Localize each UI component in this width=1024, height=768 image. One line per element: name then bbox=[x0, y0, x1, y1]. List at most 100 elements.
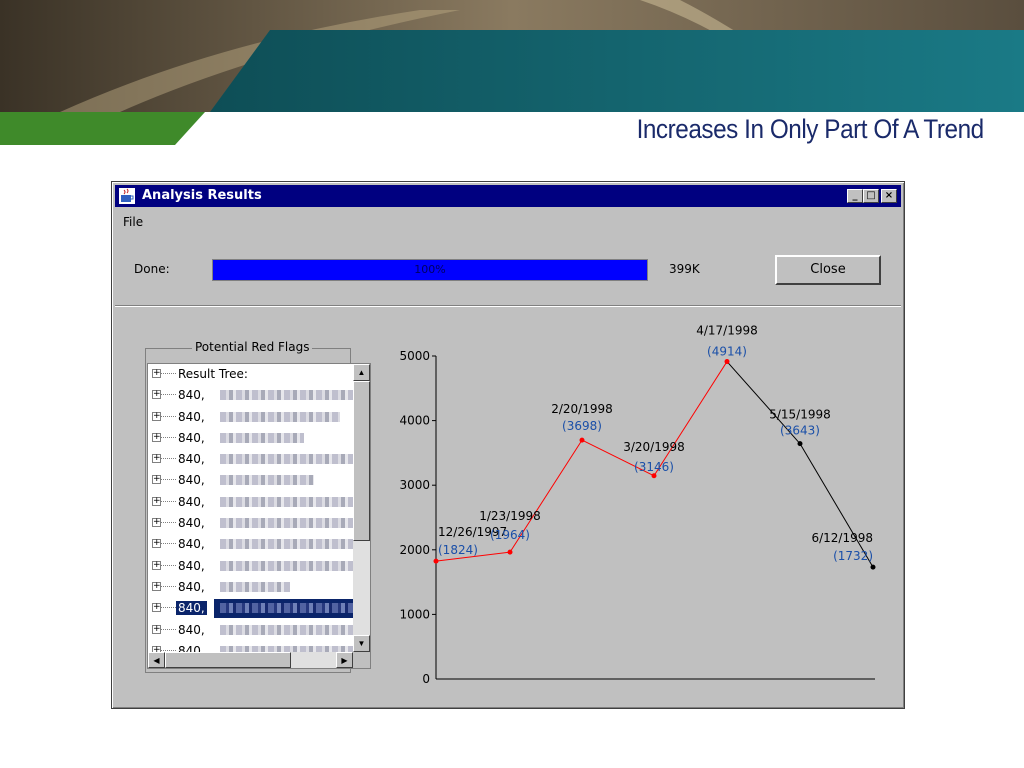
data-point bbox=[507, 549, 513, 555]
data-point bbox=[651, 473, 657, 479]
analysis-results-window: Analysis Results _ □ × File Done: 100% 3… bbox=[111, 181, 905, 709]
y-tick-label: 0 bbox=[422, 672, 430, 686]
tree-item-label: 840, bbox=[178, 558, 205, 573]
data-date-label: 3/20/1998 bbox=[623, 440, 685, 454]
tree-root-item[interactable]: + Result Tree: bbox=[148, 364, 354, 385]
size-label: 399K bbox=[669, 262, 700, 276]
expand-icon[interactable]: + bbox=[152, 432, 161, 442]
expand-icon[interactable]: + bbox=[152, 475, 161, 485]
redacted-text bbox=[220, 496, 360, 507]
expand-icon[interactable]: + bbox=[152, 411, 161, 421]
y-tick-label: 2000 bbox=[399, 543, 430, 557]
y-tick-label: 3000 bbox=[399, 478, 430, 492]
tree-item[interactable]: +840, bbox=[148, 620, 360, 641]
scroll-thumb-vertical[interactable] bbox=[353, 381, 370, 541]
scroll-left-button[interactable]: ◀ bbox=[148, 652, 165, 668]
tree-item-label: 840, bbox=[178, 388, 205, 403]
tree-item[interactable]: +840, bbox=[148, 428, 354, 449]
progress-percent: 100% bbox=[414, 263, 446, 276]
tree-item[interactable]: +840, bbox=[148, 385, 360, 406]
tree-connector bbox=[161, 373, 176, 374]
data-value-label: (3643) bbox=[780, 424, 820, 438]
data-date-label: 1/23/1998 bbox=[479, 509, 541, 523]
expand-icon[interactable]: + bbox=[152, 539, 161, 549]
tree-connector bbox=[161, 436, 176, 438]
expand-icon[interactable]: + bbox=[152, 518, 161, 528]
tree-item[interactable]: +840, bbox=[148, 492, 360, 513]
expand-icon[interactable]: + bbox=[152, 369, 161, 378]
tree-item[interactable]: +840, bbox=[148, 407, 354, 428]
window-title: Analysis Results bbox=[142, 188, 262, 203]
tree-connector bbox=[161, 564, 176, 566]
tree-connector bbox=[161, 649, 176, 651]
close-window-button[interactable]: × bbox=[881, 189, 897, 203]
tree-item-label: 840, bbox=[178, 516, 205, 531]
tree-item[interactable]: +840, bbox=[148, 577, 354, 598]
tree-item[interactable]: +840, bbox=[148, 556, 360, 577]
tree-item-label: Result Tree: bbox=[178, 367, 248, 381]
data-point bbox=[797, 441, 803, 447]
redacted-text bbox=[220, 432, 304, 443]
tree-item-label: 840, bbox=[178, 537, 205, 552]
tree-item[interactable]: +840, bbox=[148, 513, 360, 534]
java-cup-icon bbox=[119, 188, 135, 204]
tree-connector bbox=[161, 500, 176, 502]
redacted-text bbox=[220, 603, 360, 614]
separator bbox=[115, 305, 901, 307]
tree-item[interactable]: +840, bbox=[148, 598, 360, 619]
scroll-right-button[interactable]: ▶ bbox=[336, 652, 353, 668]
tree-connector bbox=[161, 522, 176, 524]
redacted-text bbox=[220, 475, 314, 486]
vertical-scrollbar[interactable]: ▲ ▼ bbox=[353, 364, 370, 652]
redacted-text bbox=[220, 560, 360, 571]
data-point bbox=[870, 564, 876, 570]
expand-icon[interactable]: + bbox=[152, 496, 161, 506]
scroll-up-button[interactable]: ▲ bbox=[353, 364, 370, 381]
tree-item[interactable]: +840, bbox=[148, 449, 358, 470]
redacted-text bbox=[220, 624, 360, 635]
tree-item[interactable]: +840, bbox=[148, 470, 354, 491]
expand-icon[interactable]: + bbox=[152, 390, 161, 400]
data-point bbox=[433, 558, 439, 564]
expand-icon[interactable]: + bbox=[152, 581, 161, 591]
data-date-label: 4/17/1998 bbox=[696, 324, 758, 338]
data-point bbox=[724, 359, 730, 365]
expand-icon[interactable]: + bbox=[152, 603, 161, 613]
trend-line-chart: 01000200030004000500012/26/1997(1824)1/2… bbox=[399, 324, 876, 686]
tree-item-label: 840, bbox=[178, 409, 205, 424]
tree-item-label: 840, bbox=[176, 601, 207, 616]
y-tick-label: 5000 bbox=[399, 349, 430, 363]
tree-item-label: 840, bbox=[178, 452, 205, 467]
expand-icon[interactable]: + bbox=[152, 624, 161, 634]
tree-connector bbox=[161, 415, 176, 417]
horizontal-scrollbar[interactable]: ◀ ▶ bbox=[148, 652, 353, 668]
red-flags-group-title: Potential Red Flags bbox=[192, 340, 313, 354]
expand-icon[interactable]: + bbox=[152, 560, 161, 570]
redacted-text bbox=[220, 390, 360, 401]
progress-bar: 100% bbox=[212, 259, 648, 281]
y-tick-label: 1000 bbox=[399, 607, 430, 621]
menu-file[interactable]: File bbox=[123, 215, 143, 229]
maximize-button[interactable]: □ bbox=[863, 189, 879, 203]
window-titlebar[interactable]: Analysis Results _ □ × bbox=[115, 185, 901, 207]
redacted-text bbox=[220, 411, 340, 422]
scroll-down-button[interactable]: ▼ bbox=[353, 635, 370, 652]
minimize-button[interactable]: _ bbox=[847, 189, 863, 203]
y-tick-label: 4000 bbox=[399, 414, 430, 428]
data-date-label: 5/15/1998 bbox=[769, 408, 831, 422]
data-value-label: (1824) bbox=[438, 543, 478, 557]
close-button[interactable]: Close bbox=[775, 255, 881, 285]
tree-item[interactable]: +840, bbox=[148, 534, 360, 555]
data-value-label: (1732) bbox=[833, 549, 873, 563]
redacted-text bbox=[220, 539, 360, 550]
scroll-thumb-horizontal[interactable] bbox=[165, 652, 291, 668]
slide-title: Increases In Only Part Of A Trend bbox=[636, 114, 985, 144]
expand-icon[interactable]: + bbox=[152, 454, 161, 464]
data-value-label: (4914) bbox=[707, 345, 747, 359]
tree-connector bbox=[161, 543, 176, 545]
result-tree[interactable]: + Result Tree: +840, +840, +840, +840, +840, +8… bbox=[147, 363, 371, 669]
tree-item-label: 840, bbox=[178, 622, 205, 637]
redacted-text bbox=[220, 518, 360, 529]
tree-connector bbox=[161, 479, 176, 481]
data-date-label: 2/20/1998 bbox=[551, 402, 613, 416]
